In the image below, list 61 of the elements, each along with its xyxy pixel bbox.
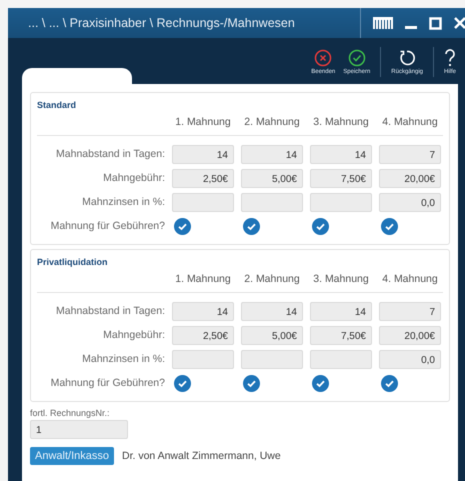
input-field[interactable]: 7 xyxy=(379,144,441,164)
column-header: 1. Mahnung xyxy=(174,272,232,287)
checkbox[interactable] xyxy=(381,374,398,392)
field-label: Mahnung für Gebühren? xyxy=(50,377,165,389)
column-header: 4. Mahnung xyxy=(381,115,439,130)
input-field[interactable]: 5,00€ xyxy=(241,326,303,344)
input-field[interactable] xyxy=(172,192,234,212)
input-field[interactable]: 14 xyxy=(241,144,303,164)
field-label: Mahnabstand in Tagen: xyxy=(55,305,165,317)
window-title: ... \ ... \ Praxisinhaber \ Rechnungs-/Mahnwesen xyxy=(28,16,295,30)
input-field[interactable]: 0,0 xyxy=(379,192,441,212)
group-title: Standard xyxy=(37,100,76,110)
checkbox[interactable] xyxy=(312,218,329,234)
field-label: fortl. RechnungsNr.: xyxy=(30,408,111,418)
checkbox[interactable] xyxy=(243,374,260,392)
checkmark-icon xyxy=(348,49,366,67)
input-field[interactable]: 14 xyxy=(310,302,372,320)
close-icon[interactable] xyxy=(454,17,465,29)
input-field[interactable] xyxy=(310,350,372,368)
input-field[interactable]: 1 xyxy=(30,420,128,439)
field-label: Mahnzinsen in %: xyxy=(81,353,165,365)
input-field[interactable]: 14 xyxy=(310,144,372,164)
input-field[interactable] xyxy=(172,350,234,368)
field-label: Mahnabstand in Tagen: xyxy=(55,148,165,160)
grid-icon[interactable] xyxy=(373,17,393,29)
input-field[interactable] xyxy=(310,192,372,212)
column-header: 3. Mahnung xyxy=(312,115,370,130)
input-field[interactable]: 5,00€ xyxy=(241,168,303,188)
field-label: Mahngebühr: xyxy=(102,329,165,341)
field-label: Mahngebühr: xyxy=(102,172,165,184)
checkbox[interactable] xyxy=(312,374,329,392)
input-field[interactable] xyxy=(241,350,303,368)
question-mark-icon xyxy=(444,49,456,67)
input-field[interactable]: 20,00€ xyxy=(379,326,441,344)
input-field[interactable] xyxy=(241,192,303,212)
column-header: 4. Mahnung xyxy=(381,272,439,287)
group-title: Privatliquidation xyxy=(37,257,108,267)
column-header: 1. Mahnung xyxy=(174,115,232,130)
column-header: 3. Mahnung xyxy=(312,272,370,287)
input-field[interactable]: 14 xyxy=(172,302,234,320)
column-header: 2. Mahnung xyxy=(243,115,301,130)
input-field[interactable]: 2,50€ xyxy=(172,168,234,188)
checkbox[interactable] xyxy=(381,218,398,234)
checkbox[interactable] xyxy=(174,218,191,234)
column-header: 2. Mahnung xyxy=(243,272,301,287)
input-field[interactable]: 7,50€ xyxy=(310,168,372,188)
field-label: Mahnzinsen in %: xyxy=(81,196,165,208)
input-field[interactable]: 20,00€ xyxy=(379,168,441,188)
input-field[interactable]: 7,50€ xyxy=(310,326,372,344)
input-field[interactable]: 14 xyxy=(172,144,234,164)
checkbox[interactable] xyxy=(174,374,191,392)
maximize-icon[interactable] xyxy=(429,16,442,30)
input-field[interactable]: 14 xyxy=(241,302,303,320)
field-label: Mahnung für Gebühren? xyxy=(50,220,165,232)
undo-icon xyxy=(398,49,416,67)
input-field[interactable]: 7 xyxy=(379,302,441,320)
checkbox[interactable] xyxy=(243,218,260,234)
input-field[interactable]: 0,0 xyxy=(379,350,441,368)
input-field[interactable]: 2,50€ xyxy=(172,326,234,344)
lawyer-name: Dr. von Anwalt Zimmermann, Uwe xyxy=(122,450,281,462)
close-icon xyxy=(314,49,332,67)
